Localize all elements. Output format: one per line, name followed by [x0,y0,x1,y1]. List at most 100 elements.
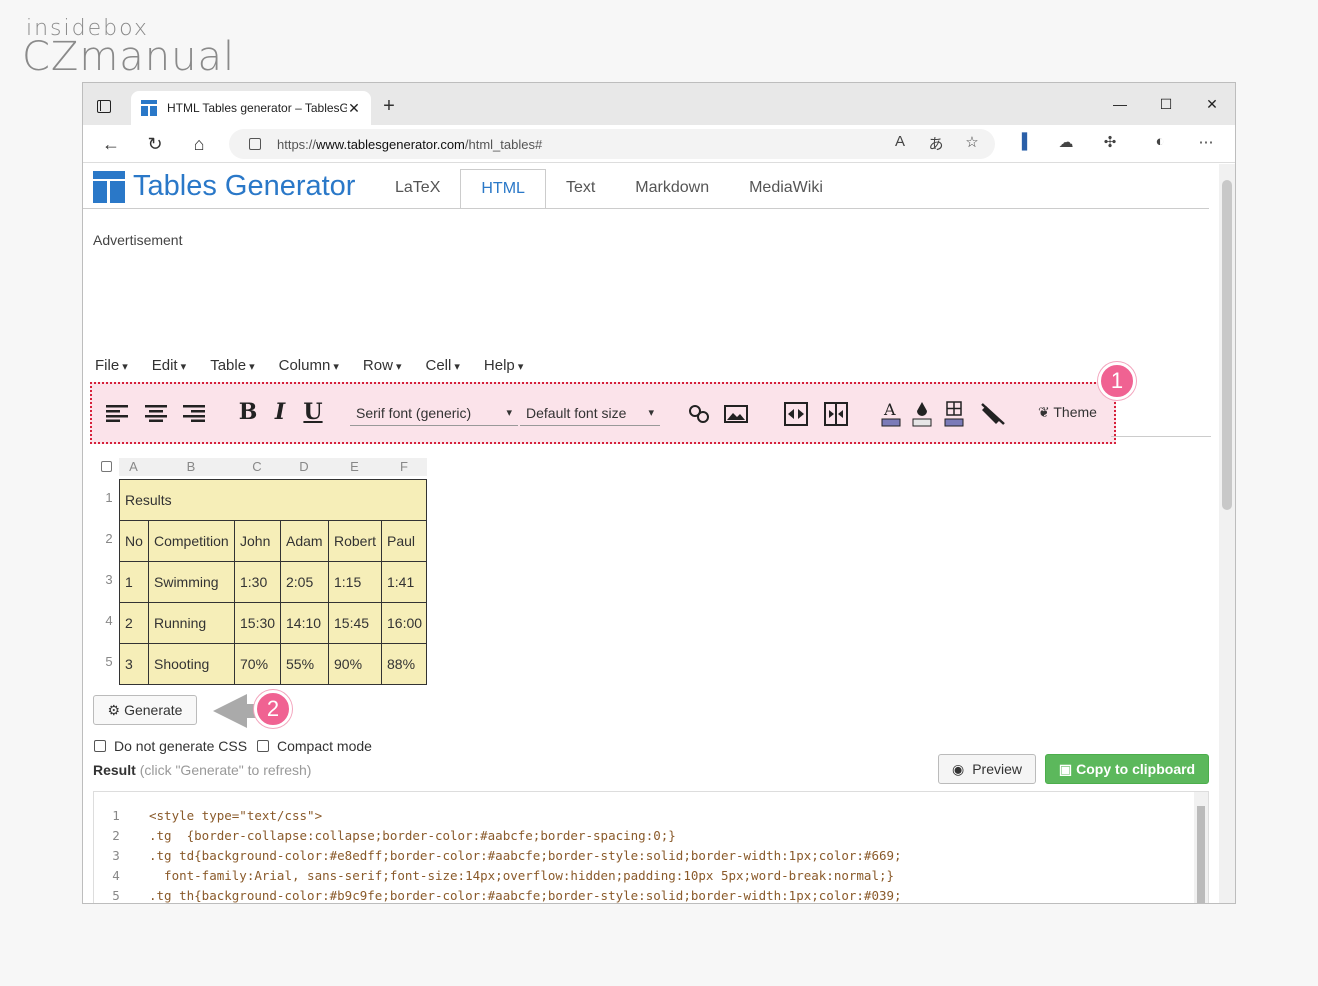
close-tab-icon[interactable]: ✕ [347,100,361,117]
preview-button[interactable]: ◉ Preview [938,754,1036,784]
table-cell[interactable]: 55% [280,643,329,685]
underline-button[interactable]: U [302,399,324,425]
table-cell[interactable]: 88% [381,643,427,685]
new-tab-button[interactable]: + [377,95,401,119]
back-icon[interactable]: ← [99,133,123,155]
border-color-icon[interactable] [944,400,964,428]
row-header-1[interactable]: 1 [99,490,119,505]
col-header-b[interactable]: B [148,458,234,476]
code-scrollbar[interactable] [1194,792,1208,903]
compact-mode-checkbox[interactable] [257,740,269,752]
image-icon[interactable] [724,405,748,423]
tab-markdown[interactable]: Markdown [615,169,729,209]
merge-cells-icon[interactable] [784,402,808,426]
row-header-4[interactable]: 4 [99,613,119,628]
theme-button[interactable]: ❦ Theme [1038,404,1097,421]
more-icon[interactable]: ⋯ [1195,133,1217,151]
align-center-icon[interactable] [145,404,167,422]
table-cell[interactable]: 1:30 [234,561,281,603]
font-size-select[interactable]: Default font size [520,400,660,426]
tab-text[interactable]: Text [546,169,615,209]
site-logo[interactable]: Tables Generator [93,170,355,203]
table-cell[interactable]: 14:10 [280,602,329,644]
code-output[interactable]: 1 <style type="text/css"> 2 .tg {border-co… [93,791,1209,903]
menu-edit[interactable]: Edit [152,357,186,374]
menu-row[interactable]: Row [363,357,402,374]
table-cell[interactable]: 2 [119,602,149,644]
bold-button[interactable]: B [238,399,258,425]
link-icon[interactable] [688,404,710,424]
tab-html[interactable]: HTML [460,169,546,209]
maximize-button[interactable]: ☐ [1151,93,1181,115]
profile-icon[interactable]: ◐ [1149,133,1171,150]
address-bar[interactable]: https://www.tablesgenerator.com/html_tab… [229,129,995,159]
table-cell-title[interactable]: Results [119,479,427,521]
table-cell[interactable]: 15:45 [328,602,382,644]
table-cell[interactable]: 1:15 [328,561,382,603]
col-header-a[interactable]: A [119,458,148,476]
row-header-3[interactable]: 3 [99,572,119,587]
table-cell[interactable]: Robert [328,520,382,562]
table-cell[interactable]: John [234,520,281,562]
home-icon[interactable]: ⌂ [187,133,211,155]
table-cell[interactable]: 70% [234,643,281,685]
menu-column[interactable]: Column [279,357,339,374]
compact-mode-option[interactable]: Compact mode [257,738,372,754]
italic-button[interactable]: I [270,399,290,425]
tab-latex[interactable]: LaTeX [375,169,460,209]
table-cell[interactable]: 2:05 [280,561,329,603]
menu-help[interactable]: Help [484,357,523,374]
table-cell[interactable]: 1:41 [381,561,427,603]
align-left-icon[interactable] [106,404,128,422]
table-cell[interactable]: Competition [148,520,235,562]
row-header-2[interactable]: 2 [99,531,119,546]
table-cell[interactable]: 3 [119,643,149,685]
line-number: 5 [112,888,120,903]
table-cell[interactable]: Adam [280,520,329,562]
generate-label: Generate [124,702,183,718]
refresh-icon[interactable]: ↻ [143,133,167,155]
table-cell[interactable]: Swimming [148,561,235,603]
row-header-5[interactable]: 5 [99,654,119,669]
split-cells-icon[interactable] [824,402,848,426]
tab-actions-icon[interactable] [97,100,111,113]
menu-table[interactable]: Table [210,357,254,374]
no-css-option[interactable]: Do not generate CSS [94,738,247,754]
table-cell[interactable]: 15:30 [234,602,281,644]
cloud-icon[interactable]: ☁ [1055,133,1077,151]
text-color-icon[interactable]: A [881,400,901,428]
table-cell[interactable]: 90% [328,643,382,685]
col-header-e[interactable]: E [328,458,381,476]
translate-icon[interactable]: あ [925,133,947,154]
read-aloud-icon[interactable]: A [889,133,911,150]
browser-tab[interactable]: HTML Tables generator – TablesG ✕ [131,91,371,125]
minimize-button[interactable]: — [1105,93,1135,115]
annotation-badge-2: 2 [254,690,292,728]
background-color-icon[interactable] [912,400,932,428]
menu-file[interactable]: File [95,357,128,374]
col-header-c[interactable]: C [234,458,280,476]
no-css-checkbox[interactable] [94,740,106,752]
col-header-d[interactable]: D [280,458,328,476]
menu-cell[interactable]: Cell [425,357,459,374]
collections-icon[interactable]: ▐ [1011,133,1033,150]
table-cell[interactable]: 1 [119,561,149,603]
table-cell[interactable]: Running [148,602,235,644]
lock-icon [249,138,261,150]
tab-mediawiki[interactable]: MediaWiki [729,169,843,209]
table-cell[interactable]: No [119,520,149,562]
clear-format-icon[interactable] [980,402,1006,426]
col-header-f[interactable]: F [381,458,427,476]
table-cell[interactable]: Paul [381,520,427,562]
align-right-icon[interactable] [183,404,205,422]
generate-button[interactable]: ⚙ Generate [93,695,197,725]
page-scrollbar[interactable] [1219,164,1235,903]
table-cell[interactable]: Shooting [148,643,235,685]
select-all-checkbox[interactable] [101,461,112,472]
favorite-icon[interactable]: ☆ [961,133,983,151]
extensions-icon[interactable]: ✣ [1099,133,1121,151]
close-window-button[interactable]: ✕ [1197,93,1227,115]
copy-to-clipboard-button[interactable]: ▣ Copy to clipboard [1045,754,1209,784]
table-cell[interactable]: 16:00 [381,602,427,644]
font-family-select[interactable]: Serif font (generic) [350,400,518,426]
